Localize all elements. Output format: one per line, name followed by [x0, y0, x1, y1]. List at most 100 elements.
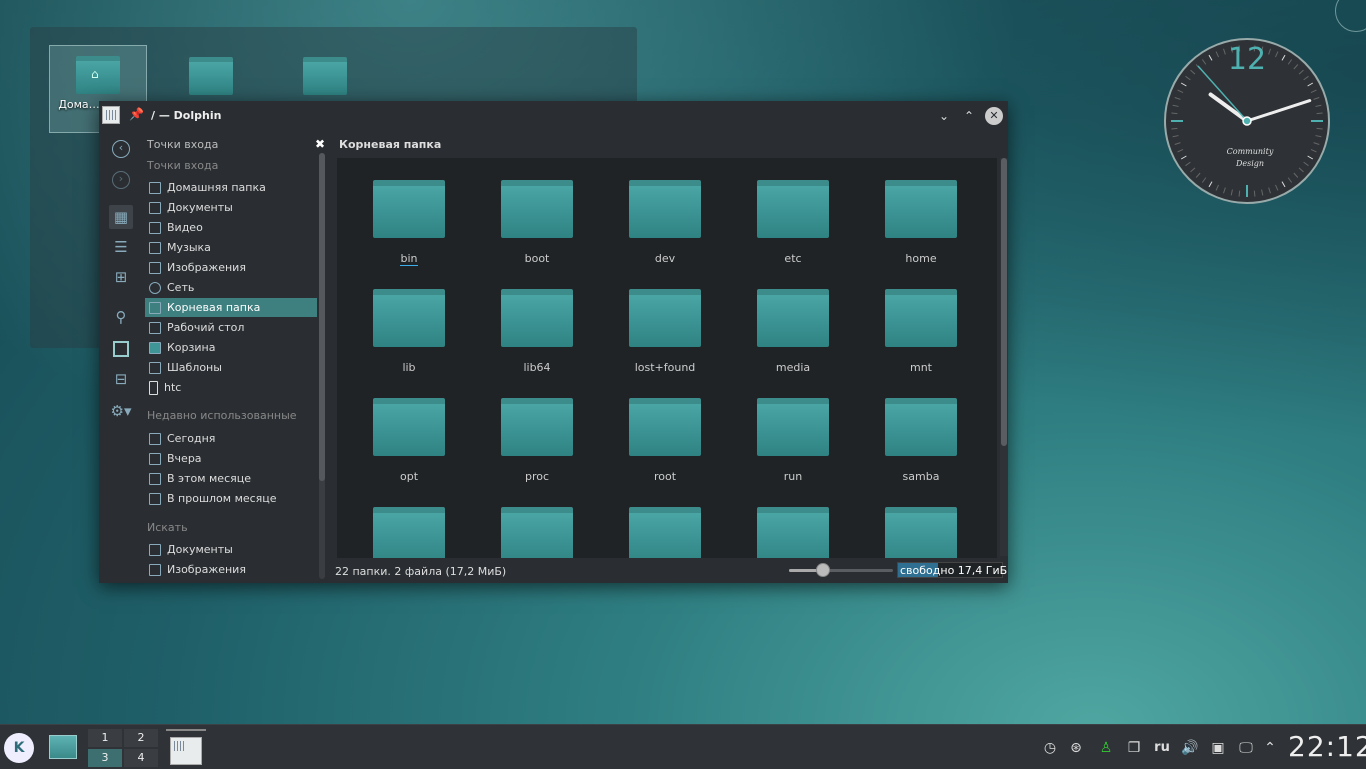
place-label: Домашняя папка	[167, 181, 266, 194]
breadcrumb[interactable]: Корневая папка	[339, 138, 441, 151]
place-label: Изображения	[167, 563, 246, 576]
forward-button[interactable]: ›	[109, 167, 133, 191]
close-button[interactable]: ✕	[985, 107, 1003, 125]
folder-item[interactable]: home	[861, 158, 981, 265]
search-documents[interactable]: Документы	[145, 540, 317, 559]
tree-view-button[interactable]: ⊞	[109, 265, 133, 289]
folder-item[interactable]: boot	[477, 158, 597, 265]
status-bar: 22 папки. 2 файла (17,2 МиБ) свободно 17…	[335, 561, 1008, 583]
place-video[interactable]: Видео	[145, 218, 317, 237]
place-templates[interactable]: Шаблоны	[145, 358, 317, 377]
folder-item[interactable]	[861, 485, 981, 558]
zoom-slider-handle[interactable]	[816, 563, 831, 577]
taskbar-clock[interactable]: 22:12	[1288, 730, 1366, 763]
place-last-month[interactable]: В прошлом месяце	[145, 489, 317, 508]
place-label: Документы	[167, 201, 233, 214]
folder-item[interactable]: root	[605, 376, 725, 483]
settings-menu-button[interactable]: ⚙▾	[109, 399, 133, 423]
folder-item[interactable]: media	[733, 267, 853, 374]
places-panel: Точки входа ✖ Точки входа Домашняя папка…	[143, 131, 329, 583]
place-label: Вчера	[167, 452, 202, 465]
clipboard-icon[interactable]: ❐	[1124, 737, 1144, 759]
analog-clock-widget[interactable]: 12 Community Design	[1162, 36, 1332, 206]
place-yesterday[interactable]: Вчера	[145, 449, 317, 468]
pin-icon[interactable]: 📌	[129, 107, 144, 121]
folder-item[interactable]	[477, 485, 597, 558]
clock-twelve: 12	[1228, 42, 1266, 77]
steam-icon[interactable]: ⊛	[1066, 737, 1086, 759]
place-trash[interactable]: Корзина	[145, 338, 317, 357]
place-documents[interactable]: Документы	[145, 198, 317, 217]
desktop-item-folder[interactable]	[163, 47, 259, 95]
search-images[interactable]: Изображения	[145, 560, 317, 579]
music-icon	[149, 242, 161, 254]
split-view-button[interactable]: ⊟	[109, 367, 133, 391]
folder-name: etc	[784, 252, 802, 265]
search-button[interactable]: ⚲	[109, 305, 133, 329]
folder-item[interactable]: lost+found	[605, 267, 725, 374]
back-button[interactable]: ‹	[109, 136, 133, 160]
clock-tick	[1171, 127, 1178, 130]
minimize-button[interactable]: ⌄	[935, 107, 953, 125]
user-status-icon[interactable]: ♙	[1096, 737, 1116, 759]
scrollbar-thumb[interactable]	[1001, 158, 1007, 446]
application-launcher-button[interactable]: K	[4, 733, 34, 763]
place-this-month[interactable]: В этом месяце	[145, 469, 317, 488]
kde-connect-icon[interactable]: ▣	[1208, 737, 1228, 759]
place-htc[interactable]: htc	[145, 378, 317, 397]
content-area: Корневая папка bin boot dev etc home lib lib64…	[335, 131, 1008, 583]
places-scrollbar-thumb[interactable]	[319, 153, 325, 481]
maximize-button[interactable]: ⌃	[960, 107, 978, 125]
pager-desktop-3[interactable]: 3	[88, 749, 122, 767]
place-network[interactable]: Сеть	[145, 278, 317, 297]
place-home[interactable]: Домашняя папка	[145, 178, 317, 197]
folder-item[interactable]	[605, 485, 725, 558]
tray-expand-icon[interactable]: ⌃	[1262, 737, 1278, 759]
place-music[interactable]: Музыка	[145, 238, 317, 257]
folder-item[interactable]: run	[733, 376, 853, 483]
place-today[interactable]: Сегодня	[145, 429, 317, 448]
folder-icon	[373, 289, 445, 349]
folder-item[interactable]: lib	[349, 267, 469, 374]
desktop-item-folder[interactable]	[277, 47, 373, 95]
folder-item[interactable]: lib64	[477, 267, 597, 374]
volume-icon[interactable]: 🔊	[1178, 737, 1202, 759]
file-view-scrollbar[interactable]	[1000, 158, 1008, 556]
keyboard-layout-indicator[interactable]: ru	[1152, 737, 1172, 759]
folder-item[interactable]: opt	[349, 376, 469, 483]
folder-icon	[629, 398, 701, 458]
icons-view-button[interactable]: ▦	[109, 205, 133, 229]
place-label: Видео	[167, 221, 203, 234]
pager-desktop-2[interactable]: 2	[124, 729, 158, 747]
preview-button[interactable]	[109, 336, 133, 360]
folder-item[interactable]: proc	[477, 376, 597, 483]
place-label: htc	[164, 381, 182, 394]
updates-icon[interactable]: ◷	[1040, 737, 1060, 759]
details-view-button[interactable]: ☰	[109, 235, 133, 259]
dolphin-app-icon[interactable]	[102, 106, 120, 124]
folder-item[interactable]: samba	[861, 376, 981, 483]
folder-item[interactable]: dev	[605, 158, 725, 265]
place-label: Шаблоны	[167, 361, 222, 374]
pager-desktop-4[interactable]: 4	[124, 749, 158, 767]
folder-item[interactable]	[733, 485, 853, 558]
folder-item[interactable]: bin	[349, 158, 469, 266]
folder-item[interactable]: mnt	[861, 267, 981, 374]
zoom-slider[interactable]	[789, 563, 893, 577]
clock-tick	[1316, 112, 1323, 115]
document-icon	[149, 202, 161, 214]
window-titlebar[interactable]: 📌 / — Dolphin ⌄ ⌃ ✕	[99, 101, 1008, 131]
show-desktop-button[interactable]	[49, 735, 77, 759]
place-root[interactable]: Корневая папка	[145, 298, 317, 317]
free-space-indicator[interactable]: свободно 17,4 ГиБ	[897, 562, 1007, 578]
place-desktop[interactable]: Рабочий стол	[145, 318, 317, 337]
file-view[interactable]: bin boot dev etc home lib lib64 lost+found media…	[337, 158, 997, 558]
task-dolphin[interactable]	[166, 729, 206, 769]
place-images[interactable]: Изображения	[145, 258, 317, 277]
network-icon[interactable]: 🖵	[1234, 737, 1258, 759]
pager-desktop-1[interactable]: 1	[88, 729, 122, 747]
folder-item[interactable]: etc	[733, 158, 853, 265]
places-close-icon[interactable]: ✖	[315, 137, 325, 151]
free-space-label: свободно 17,4 ГиБ	[900, 564, 1008, 577]
folder-item[interactable]	[349, 485, 469, 558]
